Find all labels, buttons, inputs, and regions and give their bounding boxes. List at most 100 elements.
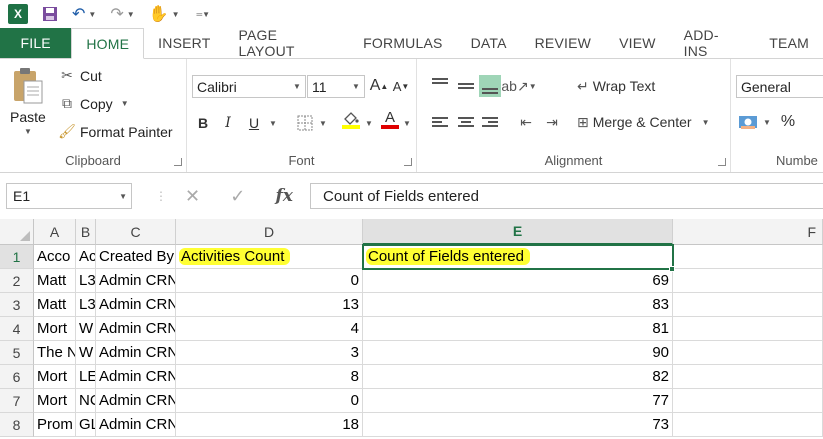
- cell[interactable]: Prom: [34, 413, 76, 437]
- save-icon[interactable]: [42, 6, 58, 22]
- decrease-indent-icon[interactable]: ⇤: [515, 111, 537, 133]
- align-left-icon[interactable]: [429, 111, 451, 133]
- row-header[interactable]: 7: [0, 389, 34, 413]
- cell[interactable]: 73: [363, 413, 673, 437]
- borders-dropdown-icon[interactable]: ▼: [317, 112, 329, 134]
- cell[interactable]: Admin CRN: [96, 317, 176, 341]
- accounting-format-icon[interactable]: [737, 111, 759, 133]
- cell[interactable]: L3: [76, 293, 96, 317]
- font-size-select[interactable]: 11 ▼: [307, 75, 365, 98]
- tab-page-layout[interactable]: PAGE LAYOUT: [224, 27, 349, 59]
- clipboard-dialog-launcher-icon[interactable]: [174, 158, 182, 166]
- cell[interactable]: L3: [76, 269, 96, 293]
- cell[interactable]: Admin CRN: [96, 293, 176, 317]
- alignment-dialog-launcher-icon[interactable]: [718, 158, 726, 166]
- row-header[interactable]: 3: [0, 293, 34, 317]
- middle-align-icon[interactable]: [455, 75, 477, 97]
- cell[interactable]: [673, 293, 823, 317]
- column-header-a[interactable]: A: [34, 219, 76, 245]
- cell[interactable]: 82: [363, 365, 673, 389]
- tab-view[interactable]: VIEW: [605, 28, 670, 58]
- cell[interactable]: [673, 365, 823, 389]
- cell[interactable]: 0: [176, 269, 363, 293]
- cell[interactable]: Admin CRN: [96, 365, 176, 389]
- select-all-corner[interactable]: [0, 219, 34, 245]
- increase-indent-icon[interactable]: ⇥: [541, 111, 563, 133]
- cell[interactable]: [673, 245, 823, 269]
- bold-button[interactable]: B: [192, 112, 214, 134]
- cell[interactable]: Mort: [34, 365, 76, 389]
- column-header-b[interactable]: B: [76, 219, 96, 245]
- underline-dropdown-icon[interactable]: ▼: [267, 112, 279, 134]
- cell[interactable]: [673, 389, 823, 413]
- customize-qat-icon[interactable]: ═▼: [194, 10, 211, 19]
- cell[interactable]: 13: [176, 293, 363, 317]
- cell[interactable]: Admin CRN: [96, 413, 176, 437]
- cell[interactable]: Matt: [34, 269, 76, 293]
- cell[interactable]: [673, 269, 823, 293]
- row-header[interactable]: 1: [0, 245, 34, 269]
- cell[interactable]: Admin CRN: [96, 389, 176, 413]
- insert-function-button[interactable]: fx: [275, 186, 292, 206]
- cell[interactable]: 69: [363, 269, 673, 293]
- tab-insert[interactable]: INSERT: [144, 28, 224, 58]
- column-header-c[interactable]: C: [96, 219, 176, 245]
- fill-handle[interactable]: [669, 266, 675, 272]
- cell[interactable]: W: [76, 317, 96, 341]
- cell[interactable]: 81: [363, 317, 673, 341]
- format-painter-button[interactable]: 🖌 Format Painter: [58, 123, 172, 140]
- tab-team[interactable]: TEAM: [755, 28, 823, 58]
- merge-center-button[interactable]: ⊞ Merge & Center ▼: [577, 111, 709, 133]
- cell[interactable]: [673, 317, 823, 341]
- undo-icon[interactable]: ↶ ▼: [72, 4, 96, 24]
- touch-mode-icon[interactable]: ✋ ▼: [149, 4, 180, 24]
- cell[interactable]: The N: [34, 341, 76, 365]
- tab-review[interactable]: REVIEW: [521, 28, 605, 58]
- redo-icon[interactable]: ↷ ▼: [110, 4, 134, 24]
- cell[interactable]: Count of Fields entered: [363, 245, 673, 269]
- merge-dropdown-icon[interactable]: ▼: [702, 118, 710, 127]
- fill-color-dropdown-icon[interactable]: ▼: [363, 112, 375, 134]
- align-center-icon[interactable]: [455, 111, 477, 133]
- cell[interactable]: 18: [176, 413, 363, 437]
- cell[interactable]: LE: [76, 365, 96, 389]
- row-header[interactable]: 8: [0, 413, 34, 437]
- cell[interactable]: 8: [176, 365, 363, 389]
- cell[interactable]: Admin CRN: [96, 341, 176, 365]
- copy-button[interactable]: ⧉ Copy ▼: [58, 95, 129, 112]
- cell[interactable]: 90: [363, 341, 673, 365]
- align-right-icon[interactable]: [479, 111, 501, 133]
- cell[interactable]: Ac: [76, 245, 96, 269]
- cell[interactable]: Matt: [34, 293, 76, 317]
- cell[interactable]: GL: [76, 413, 96, 437]
- fill-color-icon[interactable]: [339, 109, 363, 131]
- font-dialog-launcher-icon[interactable]: [404, 158, 412, 166]
- percent-style-button[interactable]: %: [777, 111, 799, 133]
- cell[interactable]: 4: [176, 317, 363, 341]
- cell[interactable]: [673, 341, 823, 365]
- font-color-dropdown-icon[interactable]: ▼: [401, 112, 413, 134]
- cell[interactable]: Admin CRN: [96, 269, 176, 293]
- cell[interactable]: 83: [363, 293, 673, 317]
- shrink-font-button[interactable]: A ▼: [391, 75, 411, 97]
- row-header[interactable]: 6: [0, 365, 34, 389]
- italic-button[interactable]: I: [217, 112, 239, 134]
- row-header[interactable]: 5: [0, 341, 34, 365]
- cell[interactable]: Acco: [34, 245, 76, 269]
- column-header-f[interactable]: F: [673, 219, 823, 245]
- font-color-icon[interactable]: A: [379, 109, 401, 131]
- paste-icon[interactable]: [12, 67, 44, 105]
- cell[interactable]: Created By: [96, 245, 176, 269]
- paste-button[interactable]: Paste: [10, 109, 46, 125]
- font-name-select[interactable]: Calibri ▼: [192, 75, 306, 98]
- tab-formulas[interactable]: FORMULAS: [349, 28, 456, 58]
- chevron-down-icon[interactable]: ▼: [119, 192, 127, 201]
- cell[interactable]: 77: [363, 389, 673, 413]
- name-box[interactable]: E1 ▼: [6, 183, 132, 209]
- row-header[interactable]: 4: [0, 317, 34, 341]
- tab-file[interactable]: FILE: [0, 28, 72, 58]
- number-format-select[interactable]: General: [736, 75, 823, 98]
- orientation-icon[interactable]: ab↗ ▼: [501, 75, 536, 97]
- borders-icon[interactable]: [293, 112, 317, 134]
- column-header-e[interactable]: E: [363, 219, 673, 245]
